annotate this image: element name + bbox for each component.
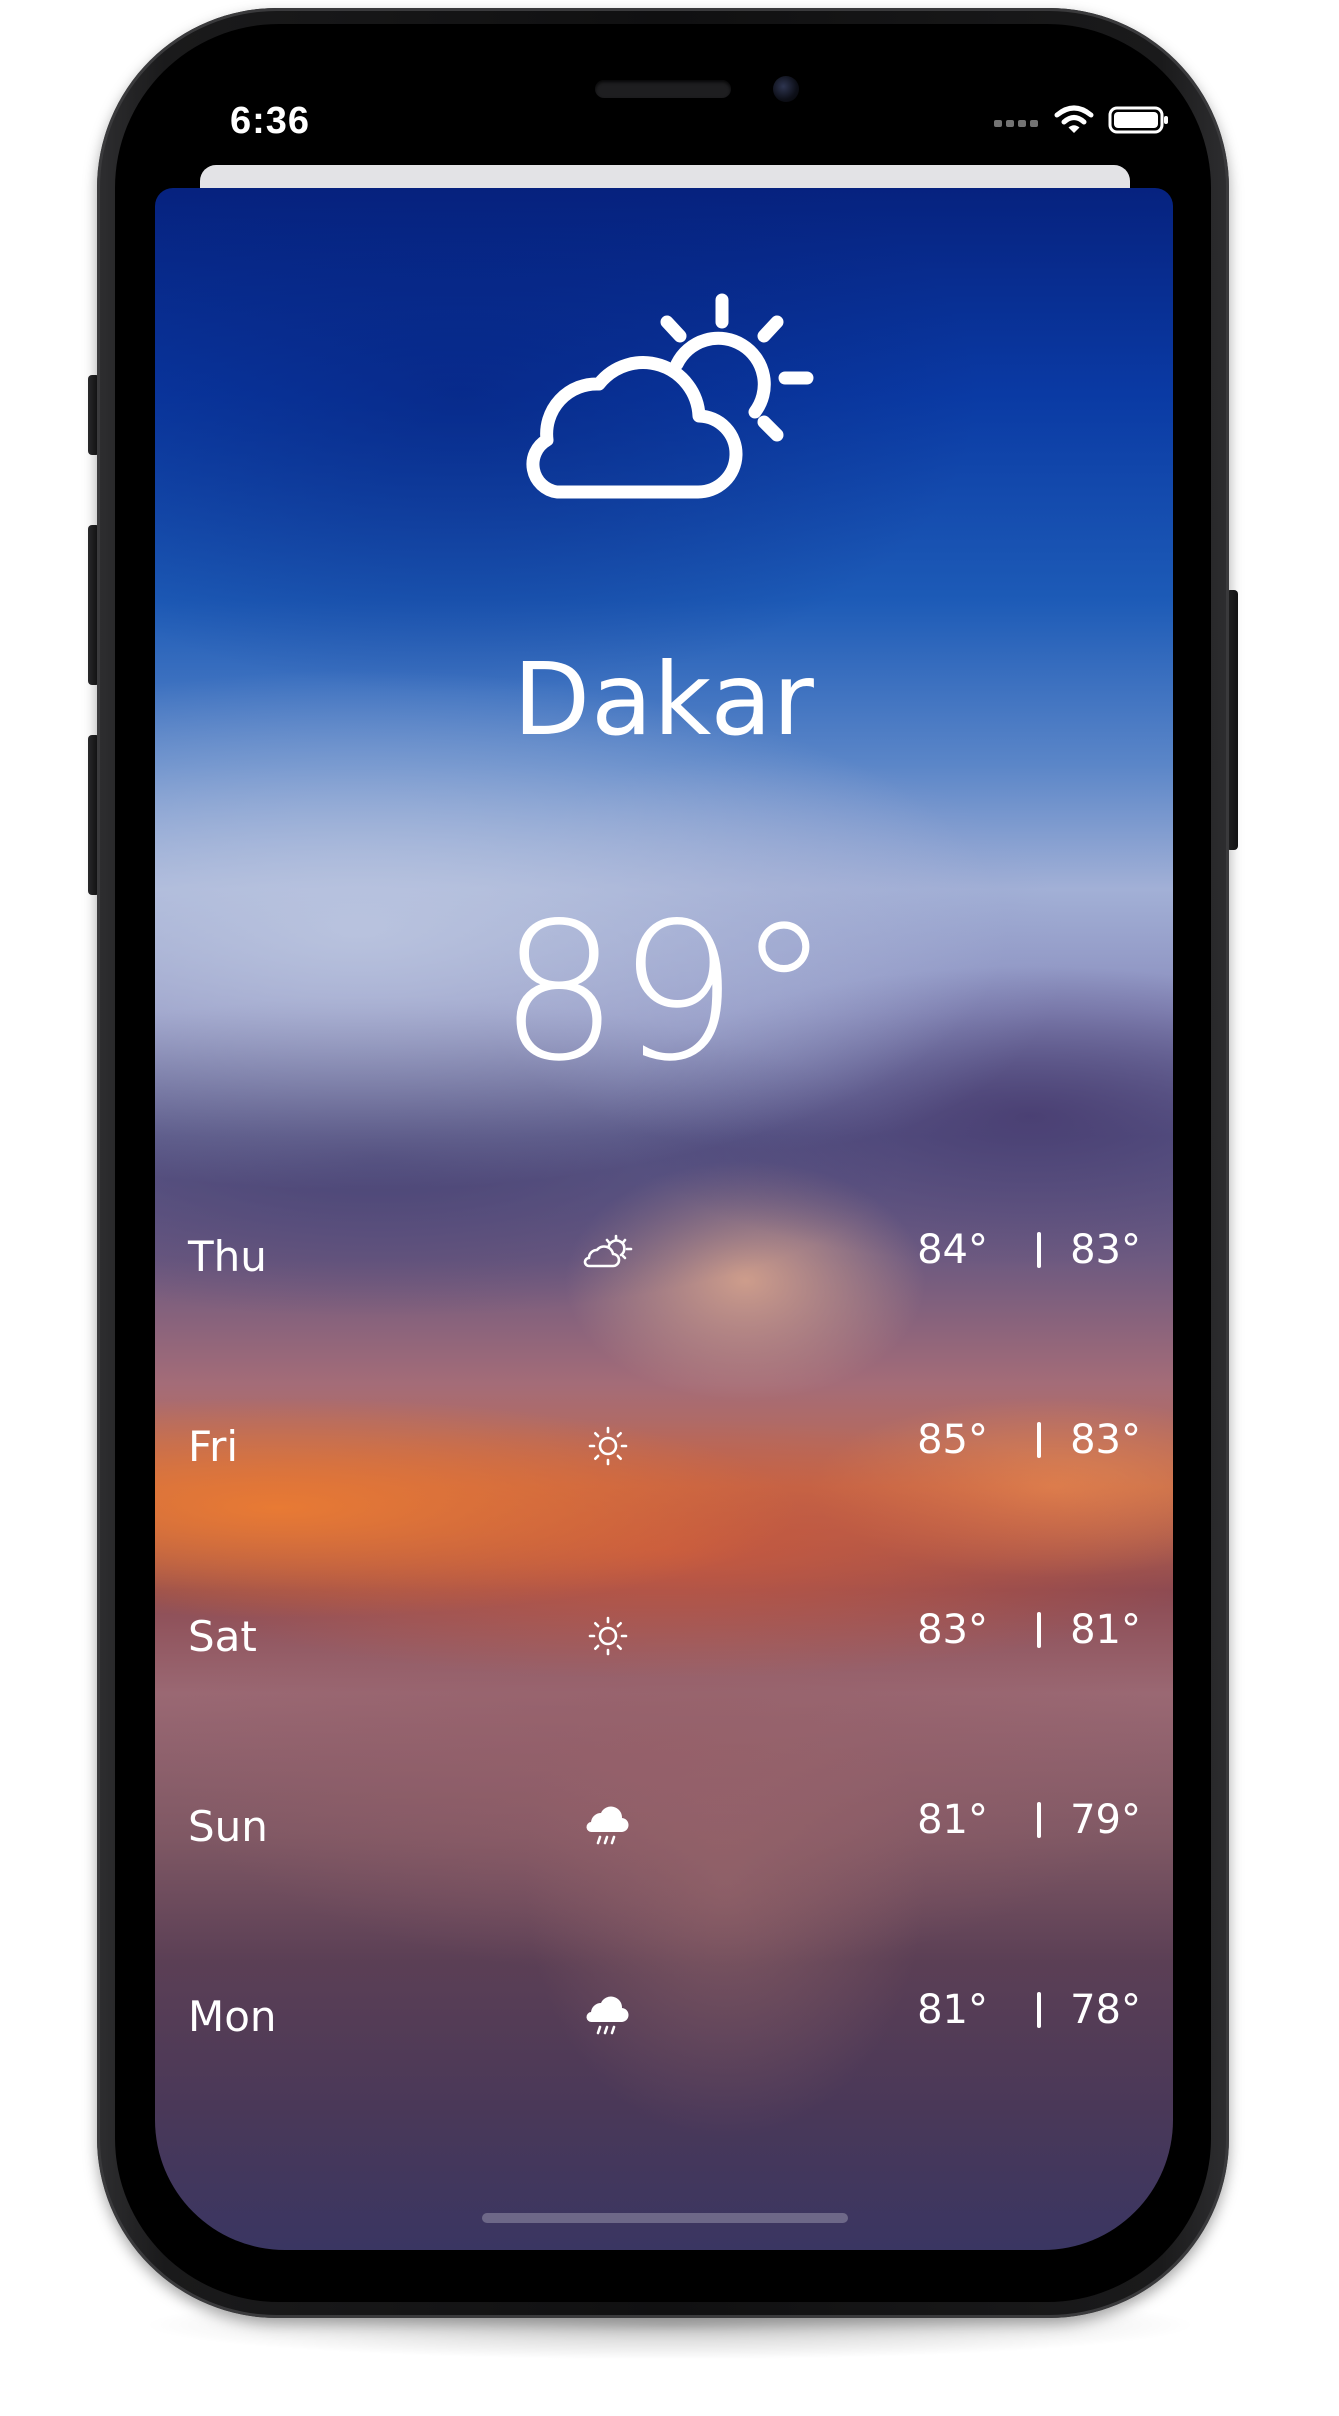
temp-separator [1037, 1802, 1041, 1838]
cloud-rain-icon [586, 1806, 629, 1845]
home-indicator[interactable] [482, 2213, 848, 2223]
forecast-day: Mon [188, 1992, 277, 2041]
forecast-row[interactable]: Mon 81° 78° [155, 1988, 1173, 2048]
sun-icon [588, 1426, 628, 1466]
earpiece-speaker [595, 80, 731, 98]
temp-separator [1037, 1422, 1041, 1458]
sun-icon [588, 1616, 628, 1656]
status-time: 6:36 [230, 100, 311, 142]
forecast-day: Fri [188, 1422, 239, 1471]
forecast-high: 81° [917, 1987, 988, 2033]
battery-icon [1108, 106, 1168, 134]
forecast-row[interactable]: Thu 84° 83° [155, 1228, 1173, 1288]
forecast-day: Thu [188, 1232, 267, 1281]
forecast-row[interactable]: Fri 85° 83° [155, 1418, 1173, 1478]
temp-separator [1037, 1612, 1041, 1648]
weather-screen: Dakar 89° Thu 84° 83° Fri 85° 83° Sat 83… [155, 188, 1173, 2250]
temp-separator [1037, 1992, 1041, 2028]
forecast-day: Sun [188, 1802, 268, 1851]
forecast-low: 81° [1070, 1607, 1141, 1653]
device-mockup: 6:36 Dakar 89° Thu 84° 83° Fri 85° 83° S… [0, 0, 1339, 2416]
front-camera [773, 76, 799, 102]
forecast-low: 78° [1070, 1987, 1141, 2033]
city-name: Dakar [513, 641, 815, 758]
forecast-high: 81° [917, 1797, 988, 1843]
current-temperature: 89° [498, 882, 832, 1103]
forecast-row[interactable]: Sun 81° 79° [155, 1798, 1173, 1858]
forecast-high: 83° [917, 1607, 988, 1653]
status-icons [994, 102, 1170, 138]
forecast-low: 83° [1070, 1417, 1141, 1463]
status-bar: 6:36 [150, 60, 1180, 170]
wifi-icon [1054, 105, 1094, 133]
forecast-low: 79° [1070, 1797, 1141, 1843]
forecast-day: Sat [188, 1612, 257, 1661]
temp-separator [1037, 1232, 1041, 1268]
forecast-high: 85° [917, 1417, 988, 1463]
partly-cloudy-day-icon [526, 293, 814, 499]
forecast-high: 84° [917, 1227, 988, 1273]
cloud-rain-icon [586, 1996, 629, 2035]
cellular-signal-icon [994, 113, 1040, 127]
forecast-row[interactable]: Sat 83° 81° [155, 1608, 1173, 1668]
partly-cloudy-day-icon [583, 1234, 633, 1268]
forecast-low: 83° [1070, 1227, 1141, 1273]
